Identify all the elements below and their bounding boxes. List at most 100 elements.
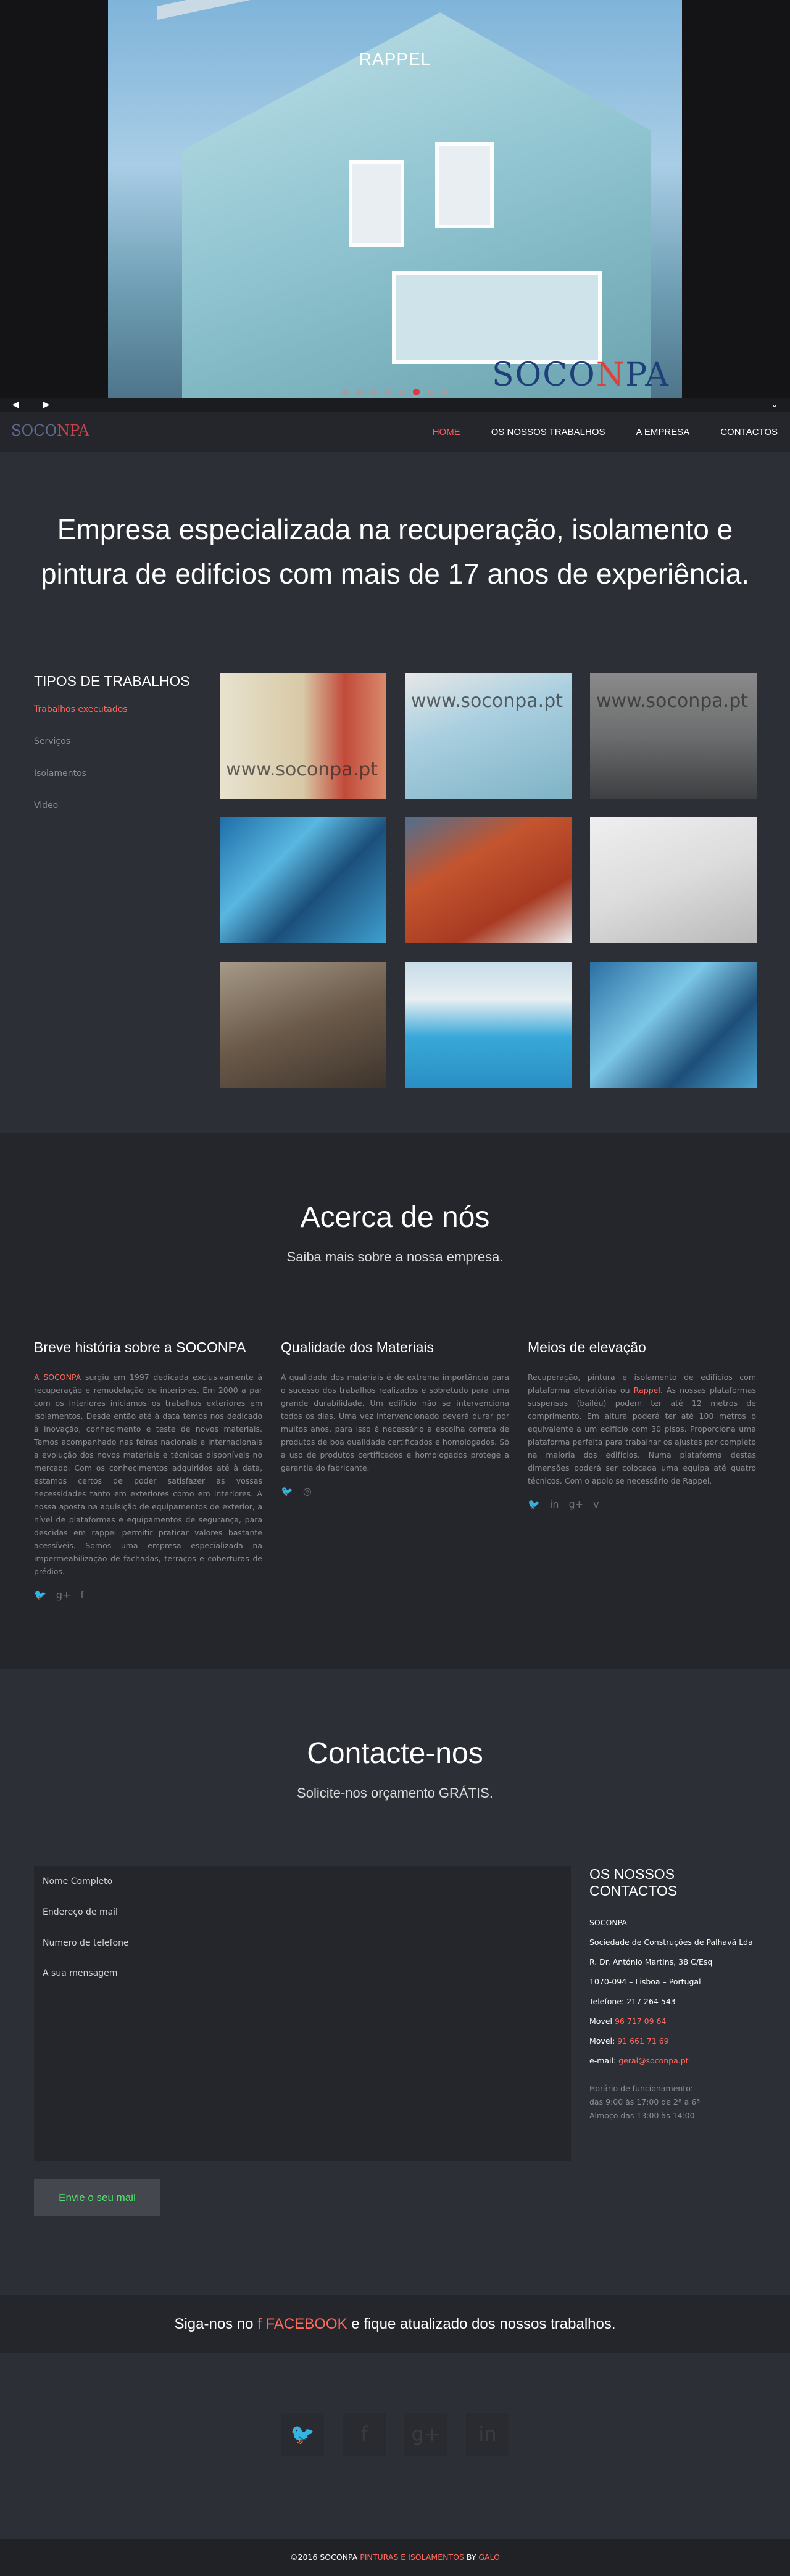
chevron-down-icon[interactable]: ⌄: [768, 400, 781, 411]
gallery-image[interactable]: [590, 962, 757, 1088]
facebook-icon[interactable]: f: [80, 1589, 84, 1601]
linkedin-icon[interactable]: in: [466, 2413, 509, 2456]
facebook-banner: Siga-nos no f FACEBOOK e fique atualizad…: [0, 2295, 790, 2353]
works-gallery: www.soconpa.pt www.soconpa.pt www.soconp…: [220, 673, 757, 1088]
contact-info: OS NOSSOS CONTACTOS SOCONPA Sociedade de…: [589, 1866, 762, 2124]
footer: ©2016 SOCONPA PINTURAS E ISOLAMENTOS BY …: [0, 2539, 790, 2576]
google-plus-icon[interactable]: g+: [56, 1589, 71, 1601]
gallery-image[interactable]: [220, 817, 386, 943]
intro-section: Empresa especializada na recuperação, is…: [0, 452, 790, 633]
message-field[interactable]: [34, 1959, 571, 2161]
slide-dot[interactable]: [441, 389, 448, 395]
nav-item-empresa[interactable]: A EMPRESA: [636, 427, 690, 437]
gallery-image[interactable]: [590, 817, 757, 943]
linkedin-icon[interactable]: in: [550, 1498, 559, 1510]
about-subtitle: Saiba mais sobre a nossa empresa.: [286, 1249, 504, 1265]
vimeo-icon[interactable]: v: [593, 1498, 599, 1510]
company-name: SOCONPA: [589, 1918, 627, 1927]
works-section: TIPOS DE TRABALHOS Trabalhos executados …: [0, 633, 790, 1133]
facebook-icon[interactable]: f: [343, 2413, 386, 2456]
gallery-image[interactable]: www.soconpa.pt: [405, 673, 572, 799]
company-full-name: Sociedade de Construções de Palhavã Lda: [589, 1938, 753, 1947]
contact-info-title: OS NOSSOS CONTACTOS: [589, 1866, 678, 1899]
hero-slide-image: RAPPEL SOCONPA: [108, 0, 682, 412]
footer-author[interactable]: GALO: [478, 2553, 500, 2562]
slide-indicators: [0, 386, 790, 398]
mobile-1: Movel 96 717 09 64: [589, 2017, 667, 2026]
google-plus-icon[interactable]: g+: [404, 2413, 447, 2456]
gallery-image[interactable]: [405, 817, 572, 943]
gallery-image[interactable]: [405, 962, 572, 1088]
gallery-image[interactable]: www.soconpa.pt: [220, 673, 386, 799]
chevron-right-icon[interactable]: ▶: [40, 400, 53, 411]
footer-tagline[interactable]: PINTURAS E ISOLAMENTOS: [360, 2553, 464, 2562]
nav-item-home[interactable]: HOME: [433, 427, 460, 437]
materials-title: Qualidade dos Materiais: [281, 1339, 434, 1355]
contact-subtitle: Solicite-nos orçamento GRÁTIS.: [297, 1785, 493, 1801]
email-field[interactable]: [34, 1897, 571, 1928]
about-title: Acerca de nós: [300, 1201, 490, 1234]
twitter-icon[interactable]: 🐦: [281, 2413, 324, 2456]
twitter-icon[interactable]: 🐦: [281, 1485, 293, 1497]
google-plus-icon[interactable]: g+: [569, 1498, 584, 1510]
twitter-icon[interactable]: 🐦: [528, 1498, 540, 1510]
materials-column: Qualidade dos Materiais A qualidade dos …: [281, 1339, 509, 1601]
slide-dot[interactable]: [385, 389, 391, 395]
email-address: e-mail: geral@soconpa.pt: [589, 2056, 689, 2065]
contact-title: Contacte-nos: [307, 1737, 483, 1770]
slide-dot[interactable]: [342, 389, 349, 395]
category-isolamentos[interactable]: Isolamentos: [34, 769, 190, 778]
elevation-social: 🐦 in g+ v: [528, 1498, 756, 1510]
history-column: Breve história sobre a SOCONPA A SOCONPA…: [34, 1339, 262, 1601]
intro-heading: Empresa especializada na recuperação, is…: [40, 513, 750, 590]
slide-dot-active[interactable]: [413, 389, 420, 395]
history-social: 🐦 g+ f: [34, 1589, 262, 1601]
facebook-link[interactable]: f FACEBOOK: [257, 2316, 347, 2332]
contact-section: Contacte-nos Solicite-nos orçamento GRÁT…: [0, 1669, 790, 2295]
window: [349, 160, 404, 247]
materials-text: A qualidade dos materiais é de extrema i…: [281, 1373, 509, 1472]
hours-weekdays: das 9:00 às 17:00 de 2ª a 6ª: [589, 2097, 701, 2107]
main-navbar: SOCONPA HOME OS NOSSOS TRABALHOS A EMPRE…: [0, 412, 790, 452]
works-title: TIPOS DE TRABALHOS: [34, 673, 190, 689]
contact-form: Envie o seu mail: [34, 1866, 571, 2216]
about-columns: Breve história sobre a SOCONPA A SOCONPA…: [34, 1339, 756, 1601]
gallery-image[interactable]: [220, 962, 386, 1088]
materials-social: 🐦 ◎: [281, 1485, 509, 1497]
slide-dot[interactable]: [427, 389, 434, 395]
window: [435, 142, 494, 228]
category-trabalhos[interactable]: Trabalhos executados: [34, 704, 190, 714]
nav-menu: HOME OS NOSSOS TRABALHOS A EMPRESA CONTA…: [433, 412, 778, 452]
gallery-image[interactable]: www.soconpa.pt: [590, 673, 757, 799]
elevation-text: Recuperação, pintura e isolamento de edi…: [528, 1373, 757, 1485]
about-section: Acerca de nós Saiba mais sobre a nossa e…: [0, 1133, 790, 1669]
hours-lunch: Almoço das 13:00 às 14:00: [589, 2111, 695, 2120]
slide-caption: RAPPEL: [359, 49, 431, 68]
name-field[interactable]: [34, 1866, 571, 1897]
facebook-icon: f: [257, 2316, 262, 2332]
balcony-windows: [392, 271, 602, 364]
category-servicos[interactable]: Serviços: [34, 737, 190, 746]
mobile-2: Movel: 91 661 71 69: [589, 2036, 669, 2046]
slider-controls: ◀ ▶ ⌄: [0, 398, 790, 412]
send-button[interactable]: Envie o seu mail: [34, 2179, 160, 2216]
slide-dot[interactable]: [356, 389, 363, 395]
brand-logo[interactable]: SOCONPA: [11, 422, 89, 439]
hero-slider: RAPPEL SOCONPA ◀ ▶ ⌄: [0, 0, 790, 412]
elevation-title: Meios de elevação: [528, 1339, 646, 1355]
nav-item-contactos[interactable]: CONTACTOS: [720, 427, 778, 437]
history-text: A SOCONPA surgiu em 1997 dedicada exclus…: [34, 1373, 262, 1576]
slide-dot[interactable]: [399, 389, 405, 395]
phone-field[interactable]: [34, 1928, 571, 1959]
dribbble-icon[interactable]: ◎: [303, 1485, 312, 1497]
history-title: Breve história sobre a SOCONPA: [34, 1339, 246, 1355]
elevation-column: Meios de elevação Recuperação, pintura e…: [528, 1339, 756, 1601]
hours-title: Horário de funcionamento:: [589, 2084, 694, 2093]
address-line-1: R. Dr. António Martins, 38 C/Esq: [589, 1957, 713, 1967]
chevron-left-icon[interactable]: ◀: [9, 400, 22, 411]
address-line-2: 1070-094 – Lisboa – Portugal: [589, 1977, 701, 1986]
slide-dot[interactable]: [370, 389, 377, 395]
twitter-icon[interactable]: 🐦: [34, 1589, 46, 1601]
category-video[interactable]: Video: [34, 801, 190, 811]
nav-item-trabalhos[interactable]: OS NOSSOS TRABALHOS: [491, 427, 605, 437]
